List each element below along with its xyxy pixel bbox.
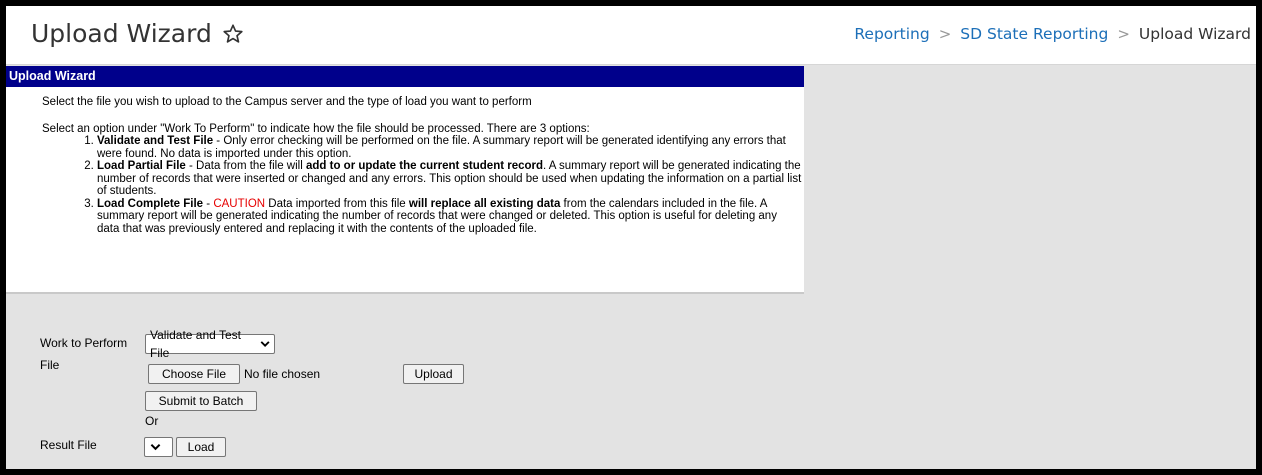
- star-icon[interactable]: [222, 23, 244, 45]
- option-complete-name: Load Complete File: [97, 197, 204, 210]
- option-validate: Validate and Test File - Only error chec…: [97, 135, 802, 160]
- option-complete-desc-a: Data imported from this file: [265, 197, 409, 210]
- chevron-right-icon: >: [938, 25, 952, 43]
- option-complete-dash: -: [203, 197, 214, 210]
- option-partial: Load Partial File - Data from the file w…: [97, 160, 802, 198]
- load-button[interactable]: Load: [176, 437, 226, 457]
- upload-form: Work to Perform Validate and Test File F…: [6, 294, 804, 469]
- chevron-down-icon: [260, 341, 270, 348]
- breadcrumb-reporting[interactable]: Reporting: [854, 25, 929, 43]
- breadcrumb: Reporting > SD State Reporting > Upload …: [854, 25, 1251, 43]
- breadcrumb-current: Upload Wizard: [1138, 25, 1251, 43]
- option-partial-name: Load Partial File: [97, 160, 186, 172]
- option-complete: Load Complete File - CAUTION Data import…: [97, 198, 802, 236]
- upload-button[interactable]: Upload: [403, 364, 464, 384]
- page-title: Upload Wizard: [31, 19, 244, 48]
- caution-label: CAUTION: [213, 197, 266, 210]
- chevron-down-icon: [150, 443, 161, 451]
- no-file-chosen-text: No file chosen: [244, 367, 321, 381]
- option-validate-name: Validate and Test File: [97, 135, 214, 147]
- result-file-select[interactable]: [144, 437, 173, 457]
- file-label: File: [40, 358, 60, 372]
- work-to-perform-value: Validate and Test File: [150, 328, 241, 360]
- instructions-panel: Upload Wizard Select the file you wish t…: [6, 66, 804, 294]
- choose-file-button[interactable]: Choose File: [148, 364, 240, 384]
- options-list: Validate and Test File - Only error chec…: [42, 135, 802, 235]
- option-partial-bold: add to or update the current student rec…: [305, 160, 544, 172]
- breadcrumb-sd-state-reporting[interactable]: SD State Reporting: [960, 25, 1108, 43]
- work-to-perform-select[interactable]: Validate and Test File: [145, 328, 275, 360]
- option-partial-desc-a: - Data from the file will: [185, 160, 306, 172]
- panel-title: Upload Wizard: [6, 66, 804, 87]
- result-file-label: Result File: [40, 438, 97, 452]
- work-to-perform-label: Work to Perform: [40, 336, 128, 350]
- options-intro-text: Select an option under "Work To Perform"…: [42, 122, 590, 135]
- option-complete-bold: will replace all existing data: [408, 197, 561, 210]
- chevron-right-icon: >: [1117, 25, 1130, 43]
- intro-text: Select the file you wish to upload to th…: [42, 96, 532, 108]
- app-frame: Upload Wizard Reporting > SD State Repor…: [6, 6, 1256, 469]
- page-header: Upload Wizard Reporting > SD State Repor…: [6, 6, 1256, 65]
- page-title-text: Upload Wizard: [31, 19, 212, 48]
- panel-body: Select the file you wish to upload to th…: [6, 87, 804, 235]
- or-text: Or: [145, 414, 159, 428]
- submit-to-batch-button[interactable]: Submit to Batch: [145, 391, 257, 411]
